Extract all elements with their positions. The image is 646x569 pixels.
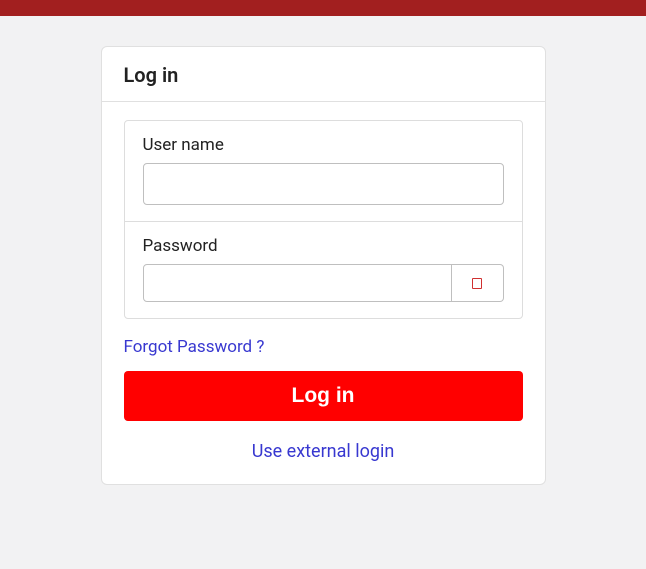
username-input[interactable]	[143, 163, 504, 205]
username-label: User name	[143, 135, 504, 155]
card-title: Log in	[124, 63, 523, 87]
eye-icon	[472, 278, 482, 289]
page-container: Log in User name Password	[0, 16, 646, 485]
card-header: Log in	[102, 47, 545, 102]
card-body: User name Password Forgot Password ? Log…	[102, 102, 545, 484]
form-box: User name Password	[124, 120, 523, 319]
login-card: Log in User name Password	[101, 46, 546, 485]
external-login-link[interactable]: Use external login	[124, 441, 523, 462]
top-bar	[0, 0, 646, 16]
password-group: Password	[125, 221, 522, 318]
password-input[interactable]	[143, 264, 452, 302]
password-row	[143, 264, 504, 302]
login-button[interactable]: Log in	[124, 371, 523, 421]
toggle-password-button[interactable]	[452, 264, 504, 302]
password-label: Password	[143, 236, 504, 256]
forgot-password-link[interactable]: Forgot Password ?	[124, 337, 265, 357]
username-group: User name	[125, 121, 522, 221]
